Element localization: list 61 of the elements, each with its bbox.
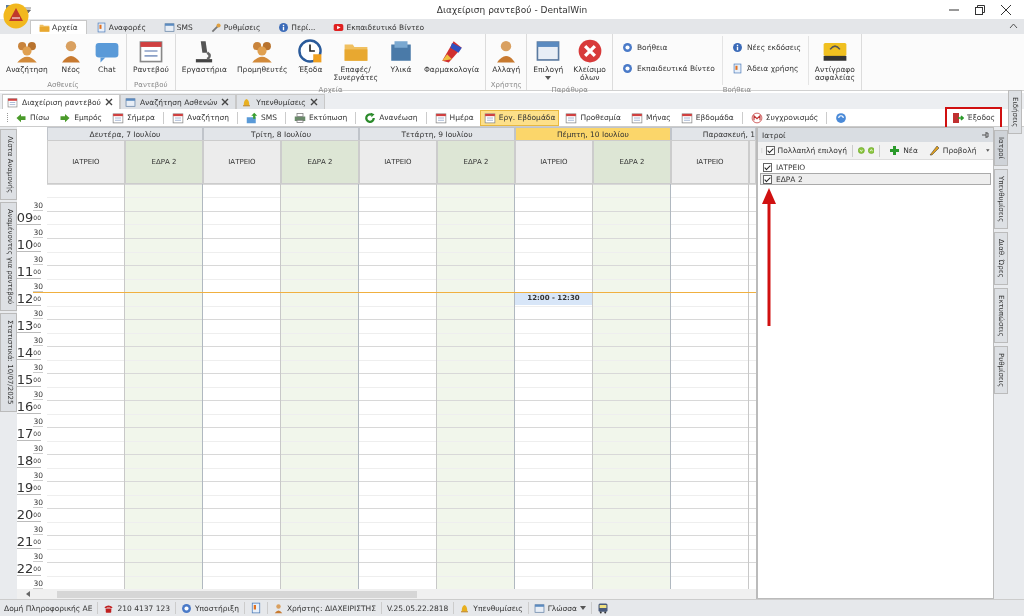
door-icon	[952, 111, 965, 124]
hour-label: 10$^{00}$	[16, 237, 41, 252]
close-icon	[576, 38, 603, 64]
pencil-icon	[928, 145, 940, 156]
plus-icon	[889, 145, 901, 156]
bell-icon	[459, 602, 471, 614]
video-icon	[333, 21, 345, 33]
scroll-thumb[interactable]	[56, 590, 417, 598]
hour-label: 09$^{00}$	[16, 210, 41, 225]
hour-label: 17$^{00}$	[16, 426, 41, 441]
hour-label: 15$^{00}$	[16, 372, 41, 387]
doc-icon	[249, 602, 262, 614]
pin-icon[interactable]	[980, 131, 989, 139]
info-icon	[731, 42, 743, 53]
grip-icon	[6, 111, 9, 124]
down-circle-icon[interactable]	[857, 144, 865, 157]
close-icon[interactable]	[309, 98, 318, 106]
calendar-icon	[483, 111, 496, 124]
hour-label: 16$^{00}$	[16, 399, 41, 414]
restore-icon[interactable]	[974, 3, 986, 16]
window-title: Διαχείριση ραντεβού - DentalWin	[436, 4, 588, 15]
folder-icon	[39, 22, 50, 33]
up-circle-icon[interactable]	[867, 144, 875, 157]
horizontal-scrollbar[interactable]	[16, 589, 756, 599]
close-icon[interactable]	[221, 98, 230, 106]
tools-icon	[210, 21, 222, 33]
upload-icon	[245, 111, 258, 124]
dropdown-caret-icon[interactable]	[986, 148, 990, 153]
doc-icon	[731, 63, 743, 74]
close-icon[interactable]	[104, 98, 113, 106]
customize-caret-icon[interactable]	[24, 5, 32, 14]
window-icon	[163, 21, 175, 33]
info-icon	[278, 21, 290, 33]
help-icon	[621, 63, 633, 74]
resource-header	[748, 140, 756, 184]
checkbox[interactable]	[765, 146, 775, 155]
help-icon	[621, 42, 633, 53]
collapse-ribbon-icon[interactable]	[1009, 22, 1018, 31]
hour-label: 20$^{00}$	[16, 507, 41, 522]
help-icon	[181, 602, 192, 614]
calendar-icon	[137, 38, 164, 64]
hour-label: 19$^{00}$	[16, 480, 41, 495]
window-icon	[535, 38, 562, 64]
phone-icon	[103, 602, 115, 614]
bell-icon	[241, 96, 253, 108]
doc-icon	[95, 21, 107, 33]
clock-icon	[297, 38, 324, 64]
person-icon	[272, 602, 284, 614]
arrow-left-icon	[15, 111, 27, 124]
scroll-left-icon[interactable]	[24, 591, 31, 597]
refresh-icon	[364, 111, 377, 124]
hour-label: 22$^{00}$	[16, 561, 41, 576]
close-icon[interactable]	[1000, 3, 1012, 16]
window-icon	[124, 96, 136, 108]
hour-label: 21$^{00}$	[16, 534, 41, 549]
hour-label: 18$^{00}$	[16, 453, 41, 468]
hour-label: 14$^{00}$	[16, 345, 41, 360]
bus-icon	[597, 602, 610, 614]
hour-label: 11$^{00}$	[16, 264, 41, 279]
hour-label: 13$^{00}$	[16, 318, 41, 333]
arrow-right-icon	[59, 111, 72, 124]
